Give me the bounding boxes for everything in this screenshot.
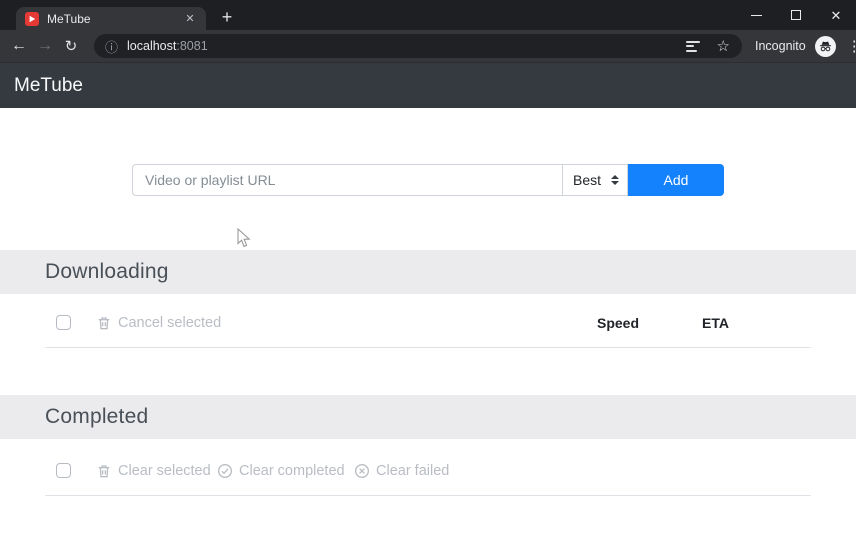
completed-select-all-checkbox[interactable] <box>56 463 71 478</box>
url-input[interactable] <box>132 164 563 196</box>
minimize-icon <box>750 14 762 16</box>
app-navbar: MeTube <box>0 63 856 108</box>
speed-column-header: Speed <box>597 315 640 331</box>
reload-button[interactable]: ↻ <box>58 37 84 55</box>
browser-tab-metube[interactable]: MeTube ✕ <box>16 7 206 30</box>
eta-column-header: ETA <box>702 315 729 331</box>
downloading-select-all-checkbox[interactable] <box>56 315 71 330</box>
downloading-title: Downloading <box>45 260 169 283</box>
metube-favicon-icon <box>25 11 39 26</box>
app-brand[interactable]: MeTube <box>14 75 83 97</box>
quality-select[interactable]: Best <box>563 164 628 196</box>
page-content: Best Add Downloading Cancel selected Spe… <box>0 108 856 540</box>
cancel-selected-button[interactable]: Cancel selected <box>96 307 221 339</box>
address-bar[interactable]: ⓘ localhost :8081 ☆ <box>94 34 742 58</box>
downloading-toolbar: Cancel selected Speed ETA <box>0 307 856 339</box>
window-maximize-button[interactable] <box>776 0 816 30</box>
check-circle-icon <box>218 464 232 478</box>
completed-title: Completed <box>45 405 149 428</box>
tab-title: MeTube <box>47 11 91 26</box>
bookmark-star-icon[interactable]: ☆ <box>717 39 730 54</box>
window-minimize-button[interactable] <box>736 0 776 30</box>
completed-divider <box>45 495 811 496</box>
browser-toolbar: ← → ↻ ⓘ localhost :8081 ☆ Incognito ⋮ <box>0 30 856 63</box>
incognito-label: Incognito <box>755 39 806 53</box>
browser-menu-icon[interactable]: ⋮ <box>847 37 856 55</box>
back-button[interactable]: ← <box>6 37 32 55</box>
completed-toolbar: Clear selected Clear completed Clear fai… <box>0 455 856 487</box>
incognito-avatar-icon <box>814 35 836 57</box>
browser-titlebar: MeTube ✕ + ✕ <box>0 0 856 30</box>
clear-selected-button[interactable]: Clear selected <box>96 455 211 487</box>
maximize-icon <box>791 10 801 20</box>
trash-icon <box>98 317 110 330</box>
select-arrows-icon <box>611 175 619 185</box>
new-tab-button[interactable]: + <box>214 5 240 29</box>
tab-close-icon[interactable]: ✕ <box>182 11 198 27</box>
downloading-section-header: Downloading <box>0 250 856 294</box>
site-info-icon[interactable]: ⓘ <box>105 37 118 56</box>
window-controls: ✕ <box>736 0 856 30</box>
add-button[interactable]: Add <box>628 164 724 196</box>
forward-button[interactable]: → <box>32 37 58 55</box>
reading-list-icon[interactable] <box>685 40 700 52</box>
quality-selected-value: Best <box>573 172 602 188</box>
completed-section-header: Completed <box>0 395 856 439</box>
window-close-icon: ✕ <box>830 7 842 23</box>
add-url-form: Best Add <box>132 164 724 196</box>
downloading-divider <box>45 347 811 348</box>
clear-failed-button[interactable]: Clear failed <box>354 455 449 487</box>
x-circle-icon <box>355 464 369 478</box>
url-host: localhost <box>127 39 177 53</box>
trash-icon <box>98 465 110 478</box>
clear-completed-button[interactable]: Clear completed <box>217 455 345 487</box>
url-port: :8081 <box>176 39 208 53</box>
window-close-button[interactable]: ✕ <box>816 0 856 30</box>
